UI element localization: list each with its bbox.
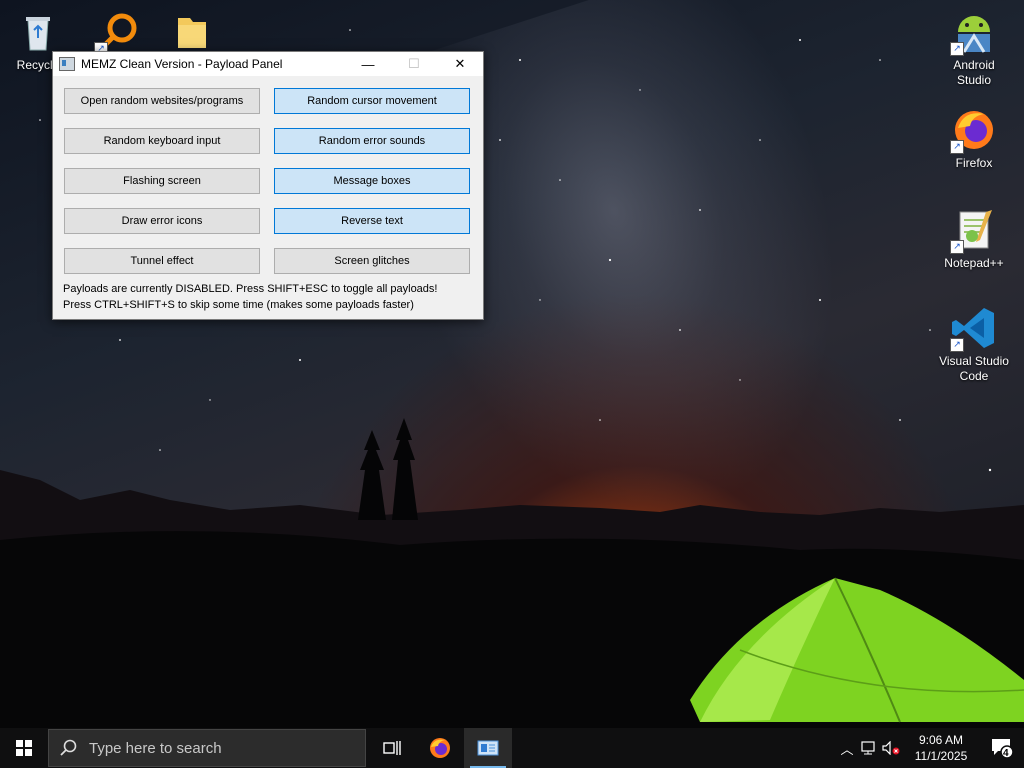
payload-button-draw-error-icons[interactable]: Draw error icons — [64, 208, 260, 234]
volume-muted-icon — [882, 741, 900, 755]
notification-count-badge: 4 — [1003, 748, 1009, 759]
minimize-button[interactable]: — — [345, 52, 391, 76]
skip-time-hint-text: Press CTRL+SHIFT+S to skip some time (ma… — [63, 299, 414, 311]
desktop-icon-label: Visual Studio Code — [939, 354, 1009, 383]
search-placeholder: Type here to search — [89, 739, 222, 757]
payload-button-random-cursor-movement[interactable]: Random cursor movement — [274, 88, 470, 114]
volume-button[interactable] — [880, 741, 902, 755]
shortcut-arrow-icon: ↗ — [950, 42, 964, 56]
payload-button-reverse-text[interactable]: Reverse text — [274, 208, 470, 234]
windows-logo-icon — [16, 740, 32, 756]
android-studio-icon: ↗ — [950, 8, 998, 56]
app-window-icon — [477, 740, 499, 756]
network-button[interactable] — [858, 741, 880, 755]
taskbar-memz-window-button[interactable] — [464, 728, 512, 768]
window-title: MEMZ Clean Version - Payload Panel — [81, 57, 283, 71]
payload-button-random-error-sounds[interactable]: Random error sounds — [274, 128, 470, 154]
window-titlebar[interactable]: MEMZ Clean Version - Payload Panel — ☐ ✕ — [53, 52, 483, 76]
desktop-icon-label: Firefox — [955, 156, 993, 170]
shortcut-arrow-icon: ↗ — [950, 240, 964, 254]
clock-date: 11/1/2025 — [914, 749, 968, 763]
payload-button-tunnel-effect[interactable]: Tunnel effect — [64, 248, 260, 274]
payload-panel-window: MEMZ Clean Version - Payload Panel — ☐ ✕… — [52, 51, 484, 320]
search-icon — [49, 739, 89, 757]
clock-time: 9:06 AM — [918, 733, 964, 747]
payload-status-text: Payloads are currently DISABLED. Press S… — [63, 283, 438, 295]
payload-button-screen-glitches[interactable]: Screen glitches — [274, 248, 470, 274]
taskbar: Type here to search ︿ 9:06 AM 11/1/2025 … — [0, 728, 1024, 768]
notifications-icon — [992, 739, 1014, 759]
desktop-icon-android-studio[interactable]: ↗ Android Studio — [938, 8, 1010, 88]
taskbar-clock[interactable]: 9:06 AM 11/1/2025 — [902, 732, 980, 764]
firefox-icon — [430, 738, 450, 758]
system-tray: ︿ 9:06 AM 11/1/2025 4 — [836, 728, 1024, 768]
payload-button-flashing-screen[interactable]: Flashing screen — [64, 168, 260, 194]
desktop-icon-firefox[interactable]: ↗ Firefox — [938, 106, 1010, 171]
maximize-button: ☐ — [391, 52, 437, 76]
recycle-bin-icon — [14, 8, 62, 56]
show-hidden-icons-button[interactable]: ︿ — [836, 739, 858, 758]
desktop-icon-label: Notepad++ — [944, 256, 1004, 270]
task-view-icon — [383, 741, 401, 755]
desktop-icon-label: Android Studio — [953, 58, 995, 87]
close-icon: ✕ — [454, 56, 466, 71]
taskbar-firefox-button[interactable] — [416, 728, 464, 768]
shortcut-arrow-icon: ↗ — [950, 338, 964, 352]
vscode-icon: ↗ — [950, 304, 998, 352]
payload-button-open-random-websites[interactable]: Open random websites/programs — [64, 88, 260, 114]
task-view-button[interactable] — [368, 728, 416, 768]
payload-button-random-keyboard-input[interactable]: Random keyboard input — [64, 128, 260, 154]
taskbar-search-box[interactable]: Type here to search — [48, 729, 366, 767]
chevron-up-icon: ︿ — [840, 741, 854, 757]
firefox-icon: ↗ — [950, 106, 998, 154]
payload-button-message-boxes[interactable]: Message boxes — [274, 168, 470, 194]
desktop-icon-notepad-plus-plus[interactable]: ↗ Notepad++ — [938, 206, 1010, 271]
close-button[interactable]: ✕ — [437, 52, 483, 76]
maximize-icon: ☐ — [408, 56, 420, 71]
app-window-icon — [59, 57, 75, 71]
shortcut-arrow-icon: ↗ — [950, 140, 964, 154]
network-icon — [861, 741, 875, 755]
notepad-plus-plus-icon: ↗ — [950, 206, 998, 254]
action-center-button[interactable]: 4 — [980, 737, 1024, 759]
desktop-icon-vscode[interactable]: ↗ Visual Studio Code — [938, 304, 1010, 384]
search-tool-icon: ↗ — [94, 8, 142, 56]
start-button[interactable] — [0, 728, 48, 768]
folder-icon — [168, 8, 216, 56]
minimize-icon: — — [361, 56, 375, 72]
